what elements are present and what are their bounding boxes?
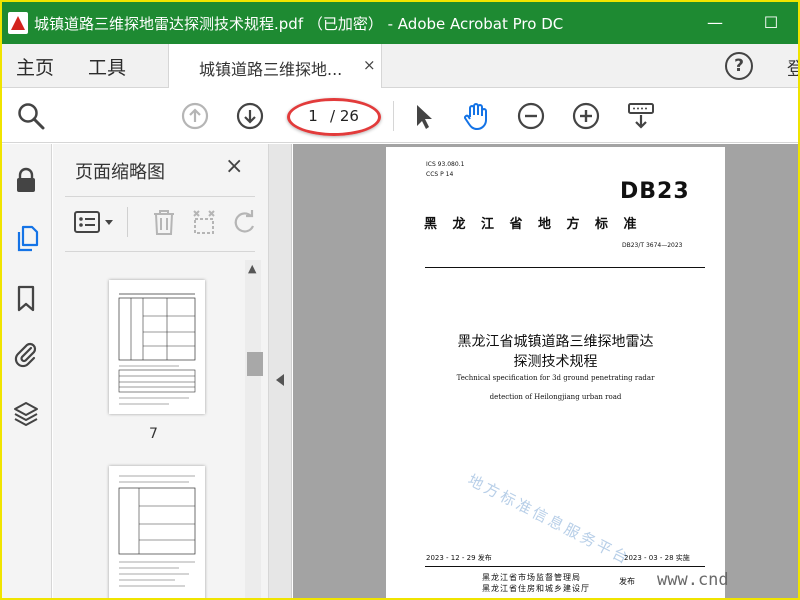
previous-page-icon[interactable]	[180, 101, 210, 131]
document-title-line2: 探测技术规程	[513, 354, 598, 370]
site-watermark: www.cnd	[657, 570, 729, 590]
zoom-search-icon[interactable]	[16, 101, 46, 131]
tab-document[interactable]: 城镇道路三维探地... ×	[168, 44, 382, 88]
zoom-in-icon[interactable]	[571, 101, 601, 131]
toolbar-divider	[393, 101, 394, 131]
ics-code: ICS 93.080.1	[426, 161, 465, 168]
document-tab-label: 城镇道路三维探地...	[199, 60, 343, 79]
page-thumbnails-icon[interactable]	[12, 224, 40, 252]
thumbnail-page-number: 7	[149, 426, 158, 442]
english-title-line2: detection of Heilongjiang urban road	[489, 393, 622, 401]
minimize-button[interactable]: —	[702, 10, 728, 36]
window-title: 城镇道路三维探地雷达探测技术规程.pdf （已加密） - Adobe Acrob…	[34, 15, 564, 33]
acrobat-logo-icon	[8, 12, 28, 34]
standard-type: 黑龙江省地方标准	[424, 217, 653, 232]
document-view[interactable]: ICS 93.080.1 CCS P 14 DB23 黑龙江省地方标准 DB23…	[293, 144, 798, 598]
keyboard-scroll-icon[interactable]	[626, 101, 656, 131]
thumbnail-options-icon[interactable]	[73, 207, 115, 237]
page-thumbnails-panel: 页面缩略图 × 7 ▲	[53, 144, 268, 598]
extract-page-icon[interactable]	[189, 207, 219, 237]
maximize-button[interactable]: ☐	[758, 10, 784, 36]
effective-date: 2023 - 03 - 28 实施	[624, 554, 690, 562]
hand-tool-icon[interactable]	[461, 101, 491, 131]
publisher-1: 黑龙江省市场监督管理局	[482, 573, 581, 582]
ccs-code: CCS P 14	[426, 171, 454, 178]
annotation-circle	[287, 98, 381, 136]
main-toolbar: 1 / 26	[2, 89, 798, 143]
thumbnail-page-content-icon	[118, 475, 196, 587]
pdf-page: ICS 93.080.1 CCS P 14 DB23 黑龙江省地方标准 DB23…	[386, 147, 725, 598]
tab-tools[interactable]: 工具	[88, 53, 126, 80]
zoom-out-icon[interactable]	[516, 101, 546, 131]
panel-splitter[interactable]	[268, 144, 292, 598]
document-title-line1: 黑龙江省城镇道路三维探地雷达	[457, 334, 654, 350]
close-panel-button[interactable]: ×	[225, 154, 243, 179]
issue-label: 发布	[619, 577, 635, 586]
left-navigation-rail	[2, 144, 52, 598]
attachment-icon[interactable]	[12, 340, 40, 368]
thumbnail-toolbar	[65, 196, 255, 252]
thumbnail-scrollbar[interactable]: ▲	[245, 260, 263, 598]
publisher-2: 黑龙江省住房和城乡建设厅	[482, 584, 590, 593]
page-thumbnail[interactable]	[109, 466, 205, 598]
lock-icon[interactable]	[12, 166, 40, 194]
help-button[interactable]: ?	[725, 52, 753, 80]
next-page-icon[interactable]	[235, 101, 265, 131]
footer-rule	[425, 566, 705, 567]
sign-in-link[interactable]: 登	[787, 55, 798, 81]
bookmark-icon[interactable]	[12, 284, 40, 312]
header-rule	[425, 267, 705, 268]
delete-page-icon[interactable]	[149, 207, 179, 237]
db-mark: DB23	[620, 179, 690, 204]
rotate-page-icon[interactable]	[229, 207, 259, 237]
standard-code: DB23/T 3674—2023	[622, 242, 683, 249]
app-window: 城镇道路三维探地雷达探测技术规程.pdf （已加密） - Adobe Acrob…	[2, 2, 798, 598]
english-title-line1: Technical specification for 3d ground pe…	[456, 374, 655, 382]
panel-title: 页面缩略图	[75, 162, 165, 183]
tab-home[interactable]: 主页	[16, 53, 54, 80]
scroll-up-icon[interactable]: ▲	[248, 262, 256, 275]
issue-date: 2023 - 12 - 29 发布	[426, 554, 492, 562]
select-cursor-icon[interactable]	[408, 101, 438, 131]
close-tab-button[interactable]: ×	[363, 56, 376, 74]
tab-bar: 主页 工具 城镇道路三维探地... × ? 登	[2, 44, 798, 88]
scrollbar-thumb[interactable]	[247, 352, 263, 376]
thumbnail-list[interactable]: 7	[53, 254, 245, 598]
layers-icon[interactable]	[12, 400, 40, 428]
thumbnail-toolbar-divider	[127, 207, 128, 237]
title-bar: 城镇道路三维探地雷达探测技术规程.pdf （已加密） - Adobe Acrob…	[2, 2, 798, 44]
collapse-panel-icon[interactable]	[276, 374, 284, 386]
page-thumbnail[interactable]	[109, 280, 205, 414]
thumbnail-page-content-icon	[118, 293, 196, 405]
